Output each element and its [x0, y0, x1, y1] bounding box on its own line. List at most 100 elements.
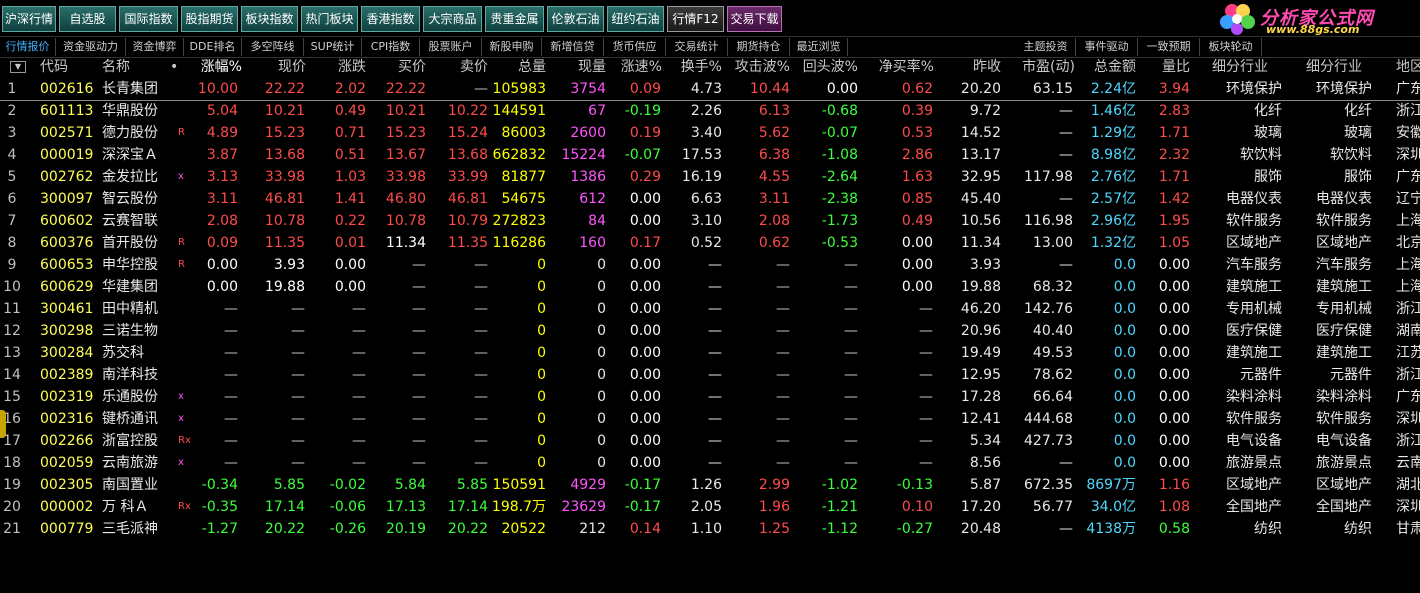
tab-8[interactable]: 新股申购 [482, 38, 542, 56]
cell-ind2: 全国地产 [1316, 499, 1372, 515]
column-header-0[interactable]: 代码 [40, 57, 100, 77]
column-header-13[interactable]: 回头波% [796, 57, 858, 77]
side-panel-toggle[interactable] [0, 410, 6, 438]
table-row[interactable]: 11 300461 田中精机 — — — — — 0 0 0.00 — — — — 46.20 142.76 0.… [0, 298, 1420, 320]
cell-back: — [844, 301, 858, 317]
table-row[interactable]: 9 600653 申华控股 0.00 3.93 0.00 — — 0 0 0.00 — — — 0.00 3.… [0, 254, 1420, 276]
tab-14[interactable]: 主题投资 [1016, 38, 1076, 56]
table-row[interactable]: 7 600602 云赛智联 2.08 10.78 0.22 10.78 10.79 272823… [0, 210, 1420, 232]
cell-ratio: 1.08 [1158, 499, 1190, 515]
tab-16[interactable]: 一致预期 [1138, 38, 1200, 56]
cell-i: 13 [3, 345, 21, 361]
column-header-8[interactable]: 总量 [492, 57, 546, 77]
cell-i: 18 [3, 455, 21, 471]
toolbar-button-5[interactable]: 热门板块 [301, 6, 358, 32]
tab-2[interactable]: 资金博弈 [126, 38, 184, 56]
toolbar-button-8[interactable]: 贵重金属 [485, 6, 544, 32]
column-header-21[interactable]: 地区 [1396, 57, 1420, 77]
column-header-14[interactable]: 净买率% [868, 57, 934, 77]
tab-1[interactable]: 资金驱动力 [56, 38, 126, 56]
cell-net: — [919, 389, 933, 405]
table-row[interactable]: 6 300097 智云股份 3.11 46.81 1.41 46.80 46.81 54675 6… [0, 188, 1420, 210]
column-header-1[interactable]: 名称 [102, 57, 162, 77]
column-header-11[interactable]: 换手% [672, 57, 722, 77]
cell-code: 002571 [40, 125, 94, 141]
toolbar-button-10[interactable]: 纽约石油 [607, 6, 664, 32]
toolbar-button-6[interactable]: 香港指数 [361, 6, 420, 32]
sort-dropdown-icon[interactable]: ▼ [10, 61, 26, 73]
toolbar-button-4[interactable]: 板块指数 [241, 6, 298, 32]
table-row[interactable]: 1 002616 长青集团 10.00 22.22 2.02 22.22 —105983 375… [0, 78, 1420, 101]
table-row[interactable]: 18 002059 云南旅游 — — — — — 0 0 0.00 — — — — 8.56 — 0.0 0.00 旅… [0, 452, 1420, 474]
tab-11[interactable]: 交易统计 [666, 38, 728, 56]
toolbar-button-12[interactable]: 交易下载 [727, 6, 782, 32]
cell-bid: — [412, 257, 426, 273]
cell-amt: 34.0亿 [1090, 499, 1136, 515]
table-row[interactable]: 10 600629 华建集团 0.00 19.88 0.00— —0 0 0.00— — —0.00… [0, 276, 1420, 298]
cell-ratio: 2.32 [1158, 147, 1190, 163]
column-header-12[interactable]: 攻击波% [726, 57, 790, 77]
cell-bid: — [412, 367, 426, 383]
toolbar-button-11[interactable]: 行情F12 [667, 6, 724, 32]
toolbar-button-1[interactable]: 自选股 [59, 6, 116, 32]
cell-spd: -0.17 [624, 477, 661, 493]
cell-pe: — [1059, 103, 1073, 119]
cell-ratio: 1.95 [1158, 213, 1190, 229]
toolbar-button-3[interactable]: 股指期货 [181, 6, 238, 32]
column-header-2[interactable]: • [170, 57, 182, 77]
cell-atk: 3.11 [758, 191, 790, 207]
column-header-19[interactable]: 细分行业 [1212, 57, 1288, 77]
table-row[interactable]: 3 002571 德力股份 4.89 15.23 0.71 15.23 15.24 86003 2… [0, 122, 1420, 144]
table-row[interactable]: 16 002316 键桥通讯 — — — — —0 0 0.00— — — —12.41 444.68 0.… [0, 408, 1420, 430]
tab-3[interactable]: DDE排名 [184, 38, 242, 56]
table-row[interactable]: 13 300284 苏交科 — — — — —0 0 0.00— — — —19.49 49.53 0.0 0… [0, 342, 1420, 364]
cell-code: 002266 [40, 433, 94, 449]
tab-7[interactable]: 股票账户 [420, 38, 482, 56]
tab-6[interactable]: CPI指数 [362, 38, 420, 56]
tab-10[interactable]: 货币供应 [604, 38, 666, 56]
cell-amt: 0.0 [1113, 257, 1136, 273]
column-header-9[interactable]: 现量 [550, 57, 606, 77]
tab-9[interactable]: 新增信贷 [542, 38, 604, 56]
cell-prev: 14.52 [960, 125, 1001, 141]
table-row[interactable]: 2 601113 华鼎股份 5.04 10.21 0.49 10.21 10.22 144591… [0, 100, 1420, 122]
table-row[interactable]: 8 600376 首开股份 0.09 11.35 0.01 11.34 11.35 116286… [0, 232, 1420, 254]
tab-5[interactable]: SUP统计 [304, 38, 362, 56]
tab-15[interactable]: 事件驱动 [1076, 38, 1138, 56]
cell-prev: 45.40 [960, 191, 1001, 207]
cell-name: 云南旅游 [102, 455, 158, 471]
cell-chg: — [224, 367, 238, 383]
column-header-6[interactable]: 买价 [370, 57, 426, 77]
column-header-7[interactable]: 卖价 [430, 57, 488, 77]
toolbar-button-0[interactable]: 沪深行情 [2, 6, 56, 32]
column-header-18[interactable]: 量比 [1140, 57, 1190, 77]
column-header-15[interactable]: 昨收 [935, 57, 1001, 77]
column-header-17[interactable]: 总金额 [1078, 57, 1136, 77]
column-header-5[interactable]: 涨跌 [320, 57, 366, 77]
table-row[interactable]: 15 002319 乐通股份 — — — — — 0 0 0.00 — — — — 17.28 66.64 0.0… [0, 386, 1420, 408]
table-row[interactable]: 14 002389 南洋科技 — — — — — 0 0 0.00 — — — — 12.95 78.62 0.0… [0, 364, 1420, 386]
table-row[interactable]: 21 000779 三毛派神 -1.27 20.22 -0.26 20.19 20.22 205… [0, 518, 1420, 540]
tab-17[interactable]: 板块轮动 [1200, 38, 1262, 56]
cell-name: 华建集团 [102, 279, 158, 295]
column-header-3[interactable]: 涨幅% [186, 57, 242, 77]
toolbar-button-7[interactable]: 大宗商品 [423, 6, 482, 32]
table-row[interactable]: 19 002305 南国置业 -0.34 5.85 -0.02 5.84 5.85 150591… [0, 474, 1420, 496]
tab-4[interactable]: 多空阵线 [242, 38, 304, 56]
column-header-10[interactable]: 涨速% [610, 57, 662, 77]
table-row[interactable]: 12 300298 三诺生物 — — — — — 0 0 0.00 — — — — 20.96 40.40 0.0… [0, 320, 1420, 342]
tab-13[interactable]: 最近浏览 [790, 38, 848, 56]
column-header-4[interactable]: 现价 [258, 57, 306, 77]
column-header-16[interactable]: 市盈(动) [1005, 57, 1075, 77]
table-row[interactable]: 4 000019 深深宝Ａ 3.87 13.68 0.51 13.67 13.68 662832… [0, 144, 1420, 166]
cell-prev: 12.41 [960, 411, 1001, 427]
cell-ind2: 染料涂料 [1316, 389, 1372, 405]
tab-0[interactable]: 行情报价 [0, 38, 56, 56]
toolbar-button-9[interactable]: 伦敦石油 [547, 6, 604, 32]
tab-12[interactable]: 期货持仓 [728, 38, 790, 56]
column-header-20[interactable]: 细分行业 [1306, 57, 1378, 77]
table-row[interactable]: 20 000002 万 科Ａ -0.35 17.14 -0.06 17.13 17.14 198… [0, 496, 1420, 518]
table-row[interactable]: 5 002762 金发拉比 3.13 33.98 1.03 33.98 33.99 81877 1… [0, 166, 1420, 188]
toolbar-button-2[interactable]: 国际指数 [119, 6, 178, 32]
table-row[interactable]: 17 002266 浙富控股 — — — — —0 0 0.00— — — —5.34 427.73 0.0… [0, 430, 1420, 452]
